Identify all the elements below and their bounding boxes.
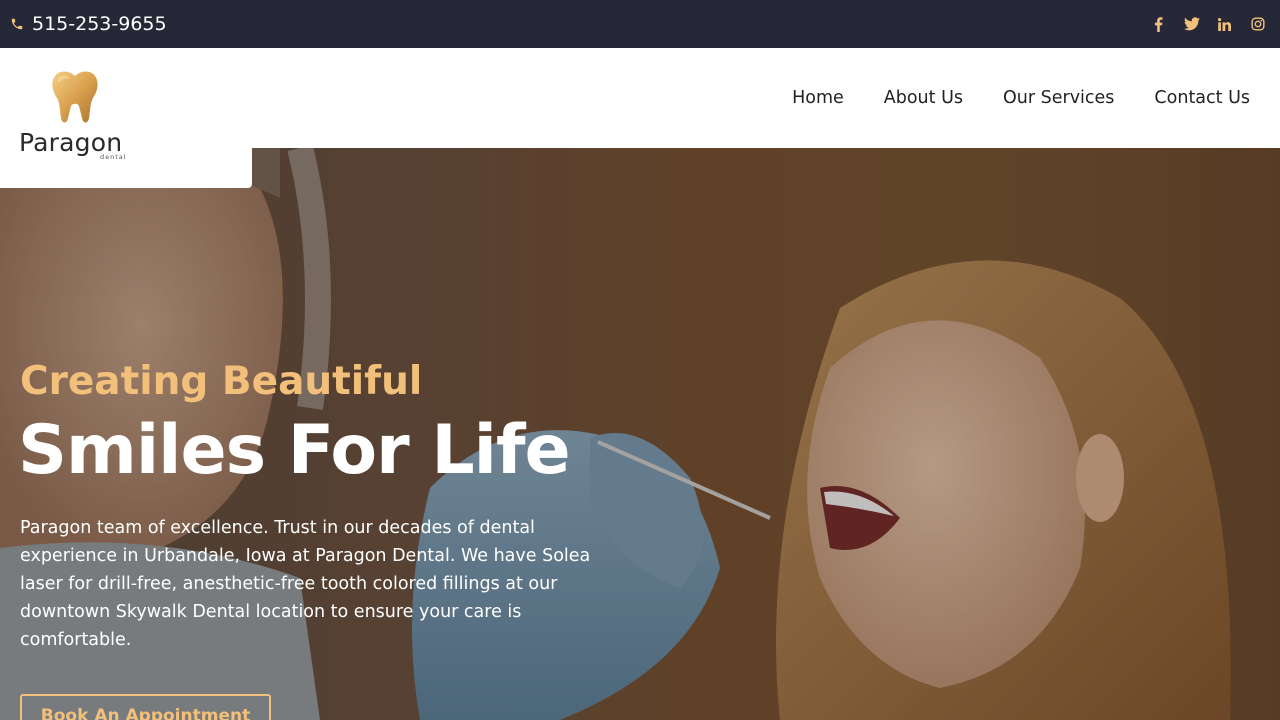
phone-icon bbox=[11, 18, 23, 30]
facebook-icon[interactable] bbox=[1142, 14, 1175, 34]
twitter-icon[interactable] bbox=[1175, 14, 1208, 34]
logo[interactable]: Paragon dental bbox=[0, 48, 252, 188]
linkedin-icon[interactable] bbox=[1208, 14, 1241, 34]
hero-title: Smiles For Life bbox=[18, 411, 571, 490]
hero-description: Paragon team of excellence. Trust in our… bbox=[20, 518, 591, 650]
phone-number: 515-253-9655 bbox=[32, 13, 167, 35]
social-links bbox=[1142, 14, 1274, 34]
nav-contact-us[interactable]: Contact Us bbox=[1154, 88, 1250, 108]
instagram-icon[interactable] bbox=[1241, 14, 1274, 34]
top-bar: 515-253-9655 bbox=[0, 0, 1280, 48]
main-nav: Home About Us Our Services Contact Us bbox=[772, 48, 1270, 148]
phone-link[interactable]: 515-253-9655 bbox=[10, 12, 167, 36]
hero-section: Creating Beautiful Smiles For Life Parag… bbox=[0, 148, 1280, 720]
nav-about-us[interactable]: About Us bbox=[884, 88, 963, 108]
book-appointment-button[interactable]: Book An Appointment bbox=[20, 694, 271, 720]
brand-subtitle: dental bbox=[100, 153, 127, 161]
tooth-logo-icon bbox=[52, 71, 98, 123]
nav-home[interactable]: Home bbox=[792, 88, 844, 108]
hero-kicker: Creating Beautiful bbox=[20, 359, 423, 404]
nav-our-services[interactable]: Our Services bbox=[1003, 88, 1114, 108]
